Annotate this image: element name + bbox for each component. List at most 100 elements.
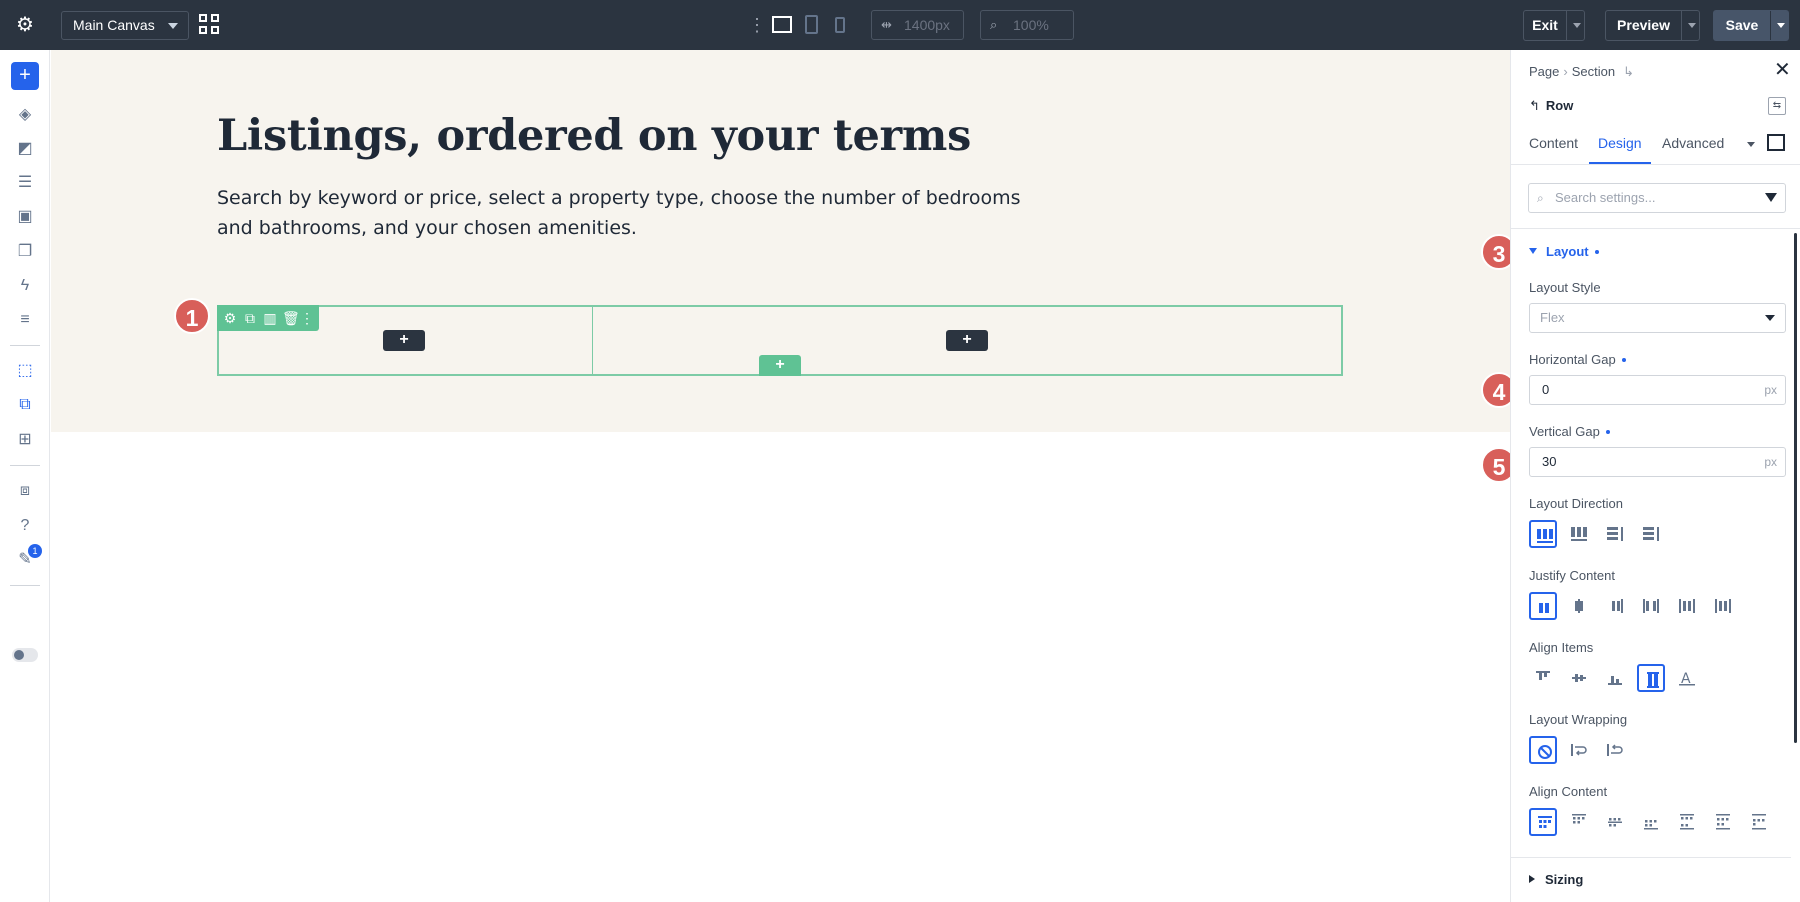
direction-column-option[interactable] [1601,520,1629,548]
align-content-flex-end-option[interactable] [1637,808,1665,836]
return-arrow-icon: ↳ [1623,64,1634,79]
align-center-option[interactable] [1565,664,1593,692]
row-delete-icon[interactable]: 🗑 [282,309,300,327]
multi-select-icon[interactable]: ⧉ [15,395,35,415]
horizontal-gap-label: Horizontal Gap [1529,352,1626,367]
mode-toggle[interactable] [12,648,38,662]
preset-square-icon[interactable] [1767,134,1785,151]
list-icon[interactable]: ≡ [15,310,35,330]
lightning-icon[interactable]: ϟ [15,276,35,296]
help-icon[interactable]: ? [15,516,35,536]
nowrap-option[interactable] [1529,736,1557,764]
save-dropdown-icon[interactable] [1770,11,1788,40]
add-module-button-right[interactable]: + [946,330,988,351]
canvas-width-value: 1400px [904,17,950,33]
justify-space-around-option[interactable] [1673,592,1701,620]
align-content-center-option[interactable] [1601,808,1629,836]
left-sidebar: + ◈ ◩ ☰ ▣ ❐ ϟ ≡ ⬚ ⧉ ⊞ ⧈ ? ✎ 1 [0,50,50,902]
add-row-button[interactable]: + [759,355,801,376]
back-arrow-icon[interactable]: ↰ [1529,98,1540,113]
exit-button[interactable]: Exit [1523,10,1585,41]
vertical-gap-value: 30 [1542,454,1557,469]
align-items-label: Align Items [1529,640,1594,655]
desktop-view-icon[interactable] [772,16,792,33]
justify-start-option[interactable] [1529,592,1557,620]
settings-gear-icon[interactable]: ⚙ [14,14,36,36]
close-icon[interactable]: ✕ [1774,60,1791,80]
design-library-icon[interactable]: ◩ [15,139,35,159]
direction-row-option[interactable] [1529,520,1557,548]
canvas-select[interactable]: Main Canvas [61,11,189,40]
align-content-end-option[interactable] [1565,808,1593,836]
breadcrumb-section[interactable]: Section [1572,64,1615,79]
tab-content[interactable]: Content [1529,135,1578,151]
breadcrumb-page[interactable]: Page [1529,64,1559,79]
modified-dot [1594,250,1599,254]
align-content-space-around-option[interactable] [1709,808,1737,836]
more-options-icon[interactable]: ⋮ [748,14,766,36]
tabs-more-icon[interactable] [1747,142,1755,147]
zoom-field[interactable]: ⌕ 100% [980,10,1074,40]
align-content-space-between-option[interactable] [1673,808,1701,836]
search-icon: ⌕ [1537,191,1544,205]
panel-scrollbar[interactable] [1794,233,1797,743]
horizontal-gap-unit[interactable]: px [1764,376,1777,404]
save-button[interactable]: Save [1713,10,1789,41]
horizontal-gap-input[interactable]: 0 px [1529,375,1786,405]
select-element-icon[interactable]: ⬚ [15,361,35,381]
justify-space-evenly-option[interactable] [1709,592,1737,620]
database-icon[interactable]: ☰ [15,173,35,193]
vertical-gap-input[interactable]: 30 px [1529,447,1786,477]
row-duplicate-icon[interactable]: ⧉ [242,309,258,327]
form-icon[interactable]: ▣ [15,207,35,227]
preset-view-icon[interactable]: ⊞ [15,430,35,450]
add-element-button[interactable]: + [11,62,39,90]
align-content-stretch-option[interactable] [1745,808,1773,836]
direction-row-reverse-option[interactable] [1565,520,1593,548]
group-sizing-label: Sizing [1545,872,1584,887]
align-stretch-option[interactable] [1637,664,1665,692]
pages-icon[interactable]: ❐ [15,242,35,262]
notification-badge: 1 [28,544,42,558]
preview-label: Preview [1617,17,1670,33]
zoom-search-icon: ⌕ [990,17,998,32]
align-end-option[interactable] [1601,664,1629,692]
filter-icon[interactable] [1765,193,1777,202]
tab-advanced[interactable]: Advanced [1662,135,1724,151]
direction-column-reverse-option[interactable] [1637,520,1665,548]
exit-dropdown-icon[interactable] [1566,11,1584,40]
preview-dropdown-icon[interactable] [1681,11,1699,40]
row-settings-icon[interactable]: ⚙ [222,309,238,327]
row-more-icon[interactable]: ⋮ [299,309,315,327]
wrap-option[interactable] [1565,736,1593,764]
wrap-reverse-option[interactable] [1601,736,1629,764]
phone-view-icon[interactable] [835,17,845,33]
group-sizing-toggle[interactable]: Sizing [1529,872,1583,887]
canvas-width-field[interactable]: ⇹ 1400px [871,10,964,40]
panel-toggle-icon[interactable]: ⇆ [1768,97,1786,115]
caret-right-icon [1529,875,1535,883]
preview-button[interactable]: Preview [1605,10,1700,41]
tab-design[interactable]: Design [1598,135,1642,151]
align-baseline-option[interactable]: A [1673,664,1701,692]
layers-icon[interactable]: ◈ [15,105,35,125]
group-layout-toggle[interactable]: Layout [1529,244,1599,259]
align-content-start-option[interactable] [1529,808,1557,836]
tablet-view-icon[interactable] [805,15,818,34]
vertical-gap-unit[interactable]: px [1764,448,1777,476]
chevron-down-icon [168,23,178,29]
align-start-option[interactable] [1529,664,1557,692]
group-layout-label: Layout [1546,244,1589,259]
justify-center-option[interactable] [1565,592,1593,620]
justify-space-between-option[interactable] [1637,592,1665,620]
align-content-label: Align Content [1529,784,1608,799]
justify-end-option[interactable] [1601,592,1629,620]
canvas-grid-icon[interactable] [199,14,221,36]
search-divider [1511,228,1800,229]
settings-search-input[interactable]: ⌕ Search settings... [1528,183,1786,213]
add-module-button-left[interactable]: + [383,330,425,351]
stack-icon[interactable]: ⧈ [15,481,35,501]
row-columns-icon[interactable]: ▥ [262,309,278,327]
chevron-down-icon [1765,315,1775,321]
layout-style-select[interactable]: Flex [1529,303,1786,333]
